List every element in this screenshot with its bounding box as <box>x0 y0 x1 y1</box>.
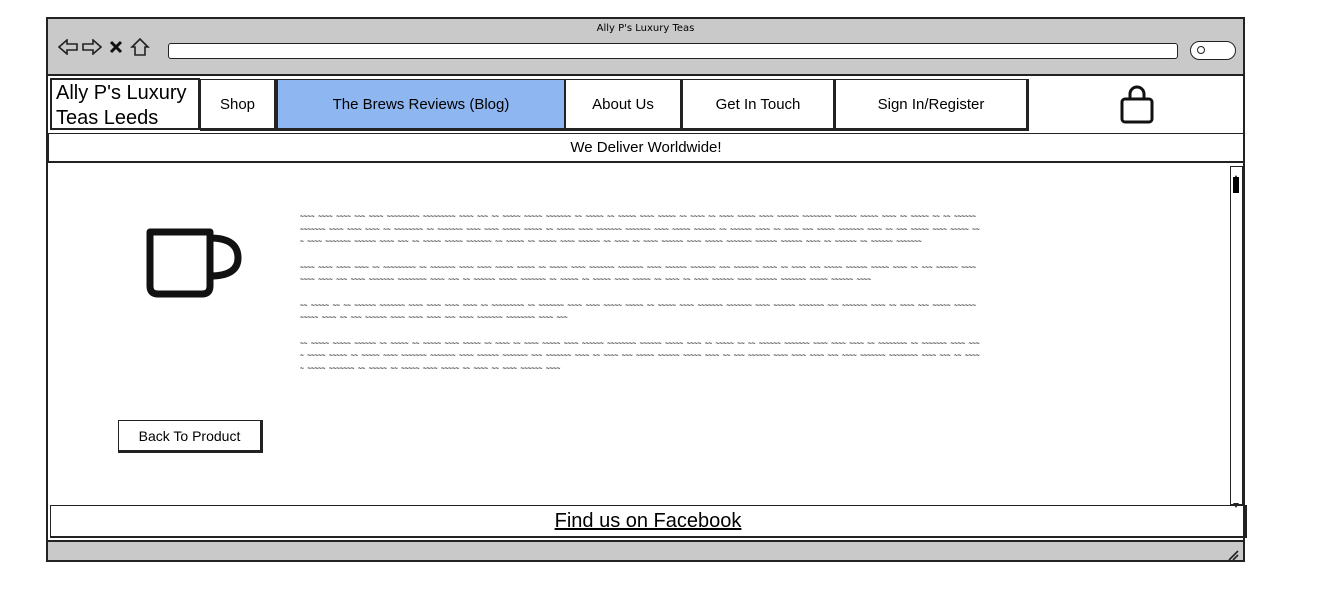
browser-search-box[interactable] <box>1190 41 1236 60</box>
status-bar <box>48 540 1243 561</box>
placeholder-paragraph: ~~ ~~~~~ ~~ ~~ ~~~~~~ ~~~~~~~ ~~~~ ~~~~ … <box>300 300 976 322</box>
url-input[interactable] <box>168 43 1178 59</box>
browser-window: Ally P's Luxury Teas Ally P's Luxury Tea… <box>46 17 1247 562</box>
stop-icon[interactable] <box>106 37 126 57</box>
forward-arrow-icon[interactable] <box>82 37 102 57</box>
nav-item-about[interactable]: About Us <box>565 79 683 131</box>
mug-icon <box>144 224 244 300</box>
back-to-product-button[interactable]: Back To Product <box>118 420 263 453</box>
blog-content: Back To Product ~~~~ ~~~~ ~~~~ ~~~ ~~~~ … <box>48 164 1245 504</box>
browser-chrome: Ally P's Luxury Teas <box>48 19 1243 76</box>
site-navbar: Ally P's Luxury Teas Leeds Shop The Brew… <box>48 77 1243 133</box>
back-arrow-icon[interactable] <box>58 37 78 57</box>
home-icon[interactable] <box>130 37 150 57</box>
search-icon <box>1197 46 1205 54</box>
window-title: Ally P's Luxury Teas <box>596 23 695 34</box>
site-logo[interactable]: Ally P's Luxury Teas Leeds <box>50 78 200 130</box>
nav-item-contact[interactable]: Get In Touch <box>682 79 836 131</box>
site-footer: Find us on Facebook <box>50 505 1247 538</box>
nav-item-blog[interactable]: The Brews Reviews (Blog) <box>277 79 567 131</box>
delivery-banner: We Deliver Worldwide! <box>48 133 1245 163</box>
shopping-bag-icon[interactable] <box>1119 85 1155 125</box>
scroll-up-icon[interactable] <box>1231 167 1241 180</box>
placeholder-paragraph: ~~~~ ~~~~ ~~~~ ~~~~ ~~ ~~~~~~~~~ ~~ ~~~~… <box>300 262 976 284</box>
nav-item-signin[interactable]: Sign In/Register <box>835 79 1029 131</box>
scroll-thumb[interactable] <box>1233 177 1239 193</box>
nav-item-shop[interactable]: Shop <box>200 79 277 131</box>
facebook-link[interactable]: Find us on Facebook <box>555 510 742 532</box>
vertical-scrollbar[interactable] <box>1230 166 1243 508</box>
scroll-down-icon[interactable] <box>1231 495 1241 508</box>
browser-nav-buttons <box>58 37 150 57</box>
placeholder-paragraph: ~~~~ ~~~~ ~~~~ ~~~ ~~~~ ~~~~~~~~~ ~~~~~~… <box>300 212 980 245</box>
resize-grip-icon[interactable] <box>1227 546 1239 561</box>
article-text: ~~~~ ~~~~ ~~~~ ~~~ ~~~~ ~~~~~~~~~ ~~~~~~… <box>300 210 980 387</box>
placeholder-paragraph: ~~ ~~~~~ ~~~~~ ~~~~~~ ~~ ~~~~~ ~~ ~~~~~ … <box>300 338 980 372</box>
